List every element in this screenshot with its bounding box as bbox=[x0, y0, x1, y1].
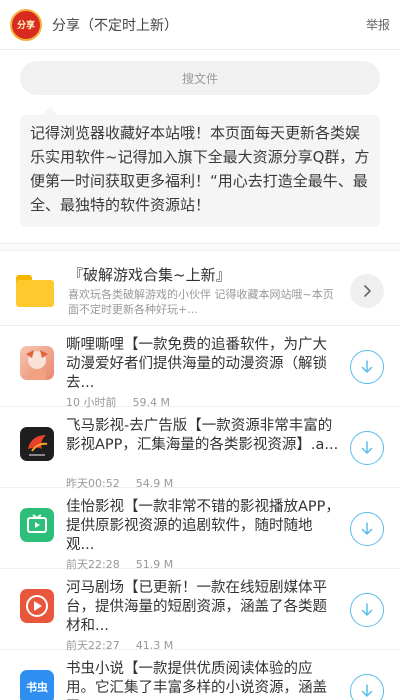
divider bbox=[0, 243, 400, 251]
download-button[interactable] bbox=[350, 674, 384, 700]
file-meta: 昨天00:52 54.9 M bbox=[66, 475, 340, 491]
download-icon bbox=[361, 684, 373, 697]
file-size: 51.9 M bbox=[135, 558, 174, 571]
folder-desc: 喜欢玩各类破解游戏的小伙伴 记得收藏本网站哦~本页面不定时更新各种好玩+... bbox=[68, 288, 334, 316]
file-title: 河马剧场【已更新！一款在线短剧媒体平台，提供海量的短剧资源，涵盖了各类题材和..… bbox=[66, 580, 327, 634]
file-info: 书虫小说【一款提供优质阅读体验的应用。它汇集了丰富多样的小说资源，涵盖了... bbox=[66, 660, 340, 700]
jiayi-app-icon bbox=[20, 508, 54, 542]
announcement: 记得浏览器收藏好本站哦！本页面每天更新各类娱乐实用软件~记得加入旗下全最大资源分… bbox=[0, 95, 400, 227]
file-meta: 前天22:27 41.3 M bbox=[66, 637, 340, 653]
file-title: 嘶哩嘶哩【一款免费的追番软件，为广大动漫爱好者们提供海量的动漫资源（解锁去... bbox=[66, 337, 327, 391]
folder-title: 『破解游戏合集~上新』 bbox=[68, 266, 231, 284]
file-info: 河马剧场【已更新！一款在线短剧媒体平台，提供海量的短剧资源，涵盖了各类题材和..… bbox=[66, 579, 340, 653]
hema-app-icon bbox=[20, 589, 54, 623]
file-meta: 10 小时前 59.4 M bbox=[66, 394, 340, 410]
download-button[interactable] bbox=[350, 512, 384, 546]
file-size: 41.3 M bbox=[135, 639, 174, 652]
report-link[interactable]: 举报 bbox=[366, 16, 390, 33]
download-button[interactable] bbox=[350, 350, 384, 384]
file-info: 佳怡影视【一款非常不错的影视播放APP，提供原影视资源的追剧软件，随时随地观..… bbox=[66, 498, 340, 572]
file-item[interactable]: 飞马影视-去广告版【一款资源非常丰富的影视APP，汇集海量的各类影视资源】.a.… bbox=[0, 407, 400, 491]
folder-item[interactable]: 『破解游戏合集~上新』 喜欢玩各类破解游戏的小伙伴 记得收藏本网站哦~本页面不定… bbox=[0, 251, 400, 326]
file-time: 前天22:28 bbox=[66, 558, 120, 571]
file-item[interactable]: 书虫 书虫小说【一款提供优质阅读体验的应用。它汇集了丰富多样的小说资源，涵盖了.… bbox=[0, 650, 400, 700]
sili-app-icon bbox=[20, 346, 54, 380]
feima-app-icon bbox=[20, 427, 54, 461]
shuchong-app-icon: 书虫 bbox=[20, 670, 54, 700]
download-button[interactable] bbox=[350, 431, 384, 465]
page-title: 分享（不定时上新） bbox=[52, 17, 178, 34]
file-info: 飞马影视-去广告版【一款资源非常丰富的影视APP，汇集海量的各类影视资源】.a.… bbox=[66, 417, 340, 491]
file-title: 佳怡影视【一款非常不错的影视播放APP，提供原影视资源的追剧软件，随时随地观..… bbox=[66, 499, 340, 553]
chevron-right-icon bbox=[364, 285, 371, 297]
download-icon bbox=[361, 441, 373, 454]
file-size: 54.9 M bbox=[135, 477, 174, 490]
announcement-text: 记得浏览器收藏好本站哦！本页面每天更新各类娱乐实用软件~记得加入旗下全最大资源分… bbox=[20, 107, 380, 227]
file-item[interactable]: 佳怡影视【一款非常不错的影视播放APP，提供原影视资源的追剧软件，随时随地观..… bbox=[0, 488, 400, 572]
avatar[interactable]: 分享 bbox=[10, 8, 42, 41]
file-size: 59.4 M bbox=[132, 396, 170, 409]
file-time: 10 小时前 bbox=[66, 396, 117, 409]
search-input[interactable]: 搜文件 bbox=[20, 61, 380, 95]
download-icon bbox=[361, 360, 373, 373]
file-title: 飞马影视-去广告版【一款资源非常丰富的影视APP，汇集海量的各类影视资源】.a.… bbox=[66, 418, 339, 453]
folder-info: 『破解游戏合集~上新』 喜欢玩各类破解游戏的小伙伴 记得收藏本网站哦~本页面不定… bbox=[68, 265, 340, 317]
download-button[interactable] bbox=[350, 593, 384, 627]
download-icon bbox=[361, 603, 373, 616]
file-item[interactable]: 河马剧场【已更新！一款在线短剧媒体平台，提供海量的短剧资源，涵盖了各类题材和..… bbox=[0, 569, 400, 653]
download-icon bbox=[361, 522, 373, 535]
file-time: 前天22:27 bbox=[66, 639, 120, 652]
search-bar: 搜文件 bbox=[0, 50, 400, 95]
file-meta: 前天22:28 51.9 M bbox=[66, 556, 340, 572]
open-folder-button[interactable] bbox=[350, 274, 384, 308]
file-item[interactable]: 嘶哩嘶哩【一款免费的追番软件，为广大动漫爱好者们提供海量的动漫资源（解锁去...… bbox=[0, 326, 400, 410]
file-title: 书虫小说【一款提供优质阅读体验的应用。它汇集了丰富多样的小说资源，涵盖了... bbox=[66, 661, 327, 700]
file-info: 嘶哩嘶哩【一款免费的追番软件，为广大动漫爱好者们提供海量的动漫资源（解锁去...… bbox=[66, 336, 340, 410]
folder-icon bbox=[16, 275, 54, 307]
file-time: 昨天00:52 bbox=[66, 477, 120, 490]
header: 分享 分享（不定时上新） 举报 bbox=[0, 0, 400, 50]
